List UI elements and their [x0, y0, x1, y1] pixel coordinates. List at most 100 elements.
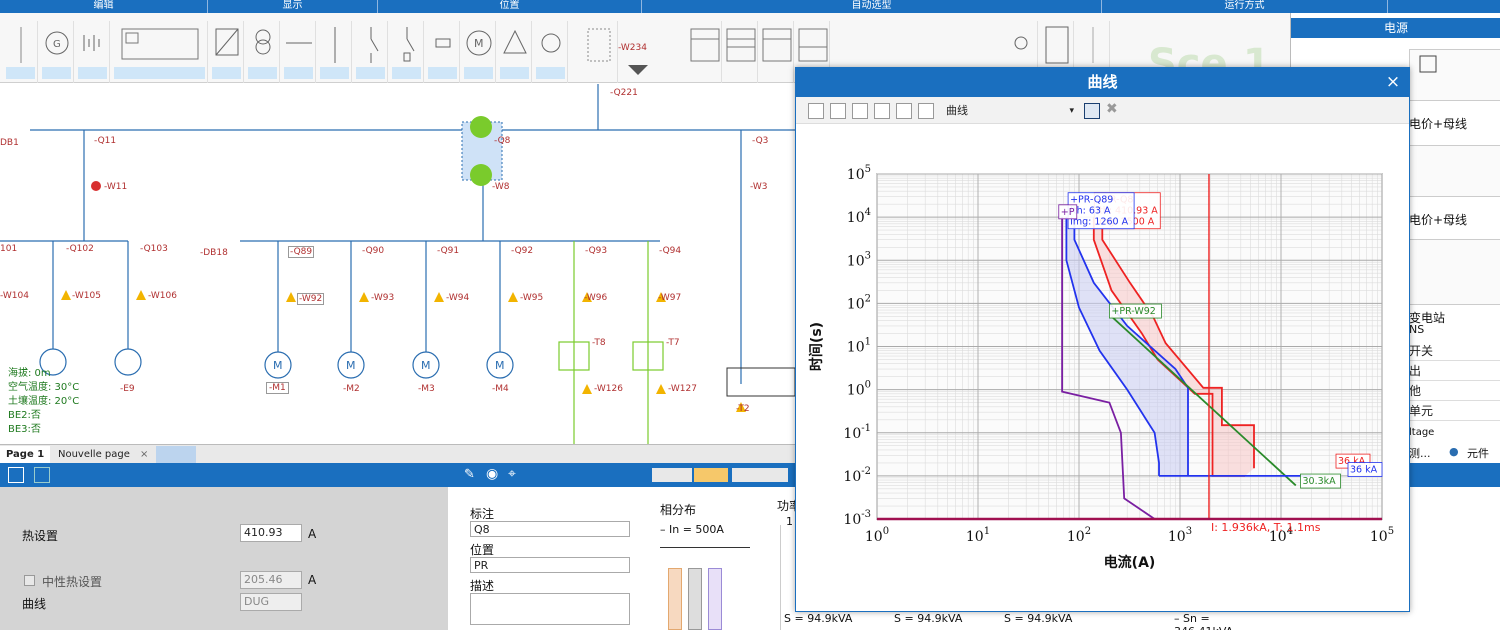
fit-icon[interactable]: [918, 103, 934, 119]
panel-icon: [798, 28, 828, 62]
y-tick-label: 10-3: [843, 509, 871, 528]
target-icon[interactable]: ⌖: [508, 466, 516, 482]
ribbon-group-bar: 编辑 显示 位置 自动选型 运行方式: [0, 0, 1500, 13]
tab-page-1[interactable]: Page 1: [0, 446, 51, 463]
label-q90: -Q90: [362, 246, 385, 256]
tab-nouvelle-page[interactable]: Nouvelle page: [52, 446, 136, 463]
table-view-icon[interactable]: [732, 468, 788, 482]
close-icon[interactable]: ×: [1383, 71, 1403, 93]
edit-icon[interactable]: ✎: [464, 467, 475, 482]
library-row[interactable]: 他: [1407, 381, 1500, 401]
label-w106: -W106: [148, 291, 177, 301]
neutral-checkbox[interactable]: [24, 575, 35, 586]
sn-label: – Sn = 346.41kVA: [1174, 612, 1233, 630]
cabinet-icon: [121, 28, 199, 60]
curve-chart[interactable]: +PR-Q8Ith: 410.93 AImg: 2500 A+PR-Q89Ith…: [796, 124, 1409, 611]
properties-icon[interactable]: [8, 467, 24, 483]
description-input[interactable]: [470, 593, 630, 625]
position-label: 位置: [470, 543, 495, 557]
library-row[interactable]: 开关: [1407, 341, 1500, 361]
library-row[interactable]: 出: [1407, 361, 1500, 381]
ribbon-group-display[interactable]: 显示: [208, 0, 378, 13]
cursor-readout: I: 1.936kA, T: 1.1ms: [1211, 521, 1321, 534]
position-input[interactable]: PR: [470, 557, 630, 573]
curve-input[interactable]: DUG: [240, 593, 302, 611]
neutral-setting-input[interactable]: 205.46: [240, 571, 302, 589]
grid-toggle-icon[interactable]: [808, 103, 824, 119]
close-tab-icon[interactable]: ×: [134, 446, 154, 463]
tool-load[interactable]: [534, 21, 568, 83]
single-line-diagram[interactable]: M M M M -Q221 DB1 -Q11 -W11 -Q8 -W8 -Q3 -W…: [0, 84, 795, 444]
delete-icon[interactable]: ✖: [1106, 101, 1118, 117]
thermal-setting-input[interactable]: 410.93: [240, 524, 302, 542]
library-row[interactable]: 单元: [1407, 401, 1500, 421]
tool-breaker[interactable]: [354, 21, 388, 83]
component-tab[interactable]: 元件: [1467, 445, 1489, 461]
tool-switch[interactable]: [4, 21, 38, 83]
env-be2: BE2:否: [8, 410, 41, 421]
grid-icon[interactable]: [34, 467, 50, 483]
curve-select[interactable]: 曲线 ▾: [946, 102, 1076, 120]
ribbon-group-operation-mode[interactable]: 运行方式: [1102, 0, 1388, 13]
s-label: S = 94.9kVA: [784, 612, 853, 625]
label-q11: -Q11: [94, 136, 117, 146]
dialog-toolbar: 曲线 ▾ ✖: [796, 97, 1409, 124]
tag-label: 标注: [470, 507, 495, 521]
properties-panel: 热设置 410.93 A 中性热设置 205.46 A 曲线 DUG: [0, 487, 448, 630]
annotation-text: Img: 1260 A: [1070, 217, 1129, 228]
tool-feeder[interactable]: [584, 21, 618, 83]
library-item[interactable]: [1409, 239, 1500, 305]
switch-icon: [20, 27, 22, 63]
s-label: S = 94.9kVA: [1004, 612, 1073, 625]
tool-busbar[interactable]: [282, 21, 316, 83]
tool-motor[interactable]: M: [462, 21, 496, 83]
zoom-out-icon[interactable]: [896, 103, 912, 119]
tool-transformer[interactable]: [246, 21, 280, 83]
ribbon-group-auto-select[interactable]: 自动选型: [642, 0, 1102, 13]
thermal-setting-label: 热设置: [22, 529, 59, 543]
view-mode-icon[interactable]: [652, 468, 692, 482]
chart-icon[interactable]: [830, 103, 846, 119]
breaker-icon: [370, 27, 379, 63]
measure-tab[interactable]: 测...: [1409, 445, 1431, 461]
tool-inverter[interactable]: [210, 21, 244, 83]
zoom-in-icon[interactable]: [874, 103, 890, 119]
ribbon-group-edit[interactable]: 编辑: [0, 0, 208, 13]
phase-bar: [708, 568, 722, 630]
add-page-icon[interactable]: [156, 446, 196, 463]
location-icon[interactable]: ◉: [486, 466, 498, 482]
earthing-icon: [1014, 36, 1028, 50]
library-item[interactable]: [1409, 49, 1500, 101]
dropdown-arrow-icon[interactable]: [628, 65, 648, 75]
tool-cabinet[interactable]: [112, 21, 208, 83]
tool-panel-a[interactable]: [688, 21, 722, 83]
in-line: [660, 547, 750, 548]
label-q93: -Q93: [585, 246, 608, 256]
tool-fuse-switch[interactable]: [390, 21, 424, 83]
label-w105: -W105: [72, 291, 101, 301]
library-item[interactable]: [1409, 145, 1500, 197]
label-q3: -Q3: [752, 136, 769, 146]
chart-view-icon[interactable]: [694, 468, 728, 482]
chart-settings-icon[interactable]: [852, 103, 868, 119]
tool-line[interactable]: [318, 21, 352, 83]
dialog-title: 曲线: [796, 68, 1409, 97]
panel-icon: [726, 28, 756, 62]
ribbon-group-position[interactable]: 位置: [378, 0, 642, 13]
tool-generator[interactable]: G: [40, 21, 74, 83]
tool-panel-c[interactable]: [760, 21, 794, 83]
tool-rectifier[interactable]: [498, 21, 532, 83]
label-t7: -T7: [666, 338, 680, 348]
y-tick-label: 10-2: [843, 466, 871, 485]
tool-cable[interactable]: [426, 21, 460, 83]
tool-battery[interactable]: [76, 21, 110, 83]
tool-panel-b[interactable]: [724, 21, 758, 83]
label-w104: -W104: [0, 291, 29, 301]
save-icon[interactable]: [1084, 103, 1100, 119]
tag-input[interactable]: Q8: [470, 521, 630, 537]
library-item-sub: NS: [1409, 323, 1425, 336]
curve-dialog: 曲线 × 曲线 ▾ ✖ +PR-Q8Ith: 410.93 AImg: 2500 …: [795, 67, 1410, 612]
label-q91: -Q91: [437, 246, 460, 256]
wire-icon: [1092, 27, 1094, 63]
svg-text:M: M: [346, 359, 356, 372]
